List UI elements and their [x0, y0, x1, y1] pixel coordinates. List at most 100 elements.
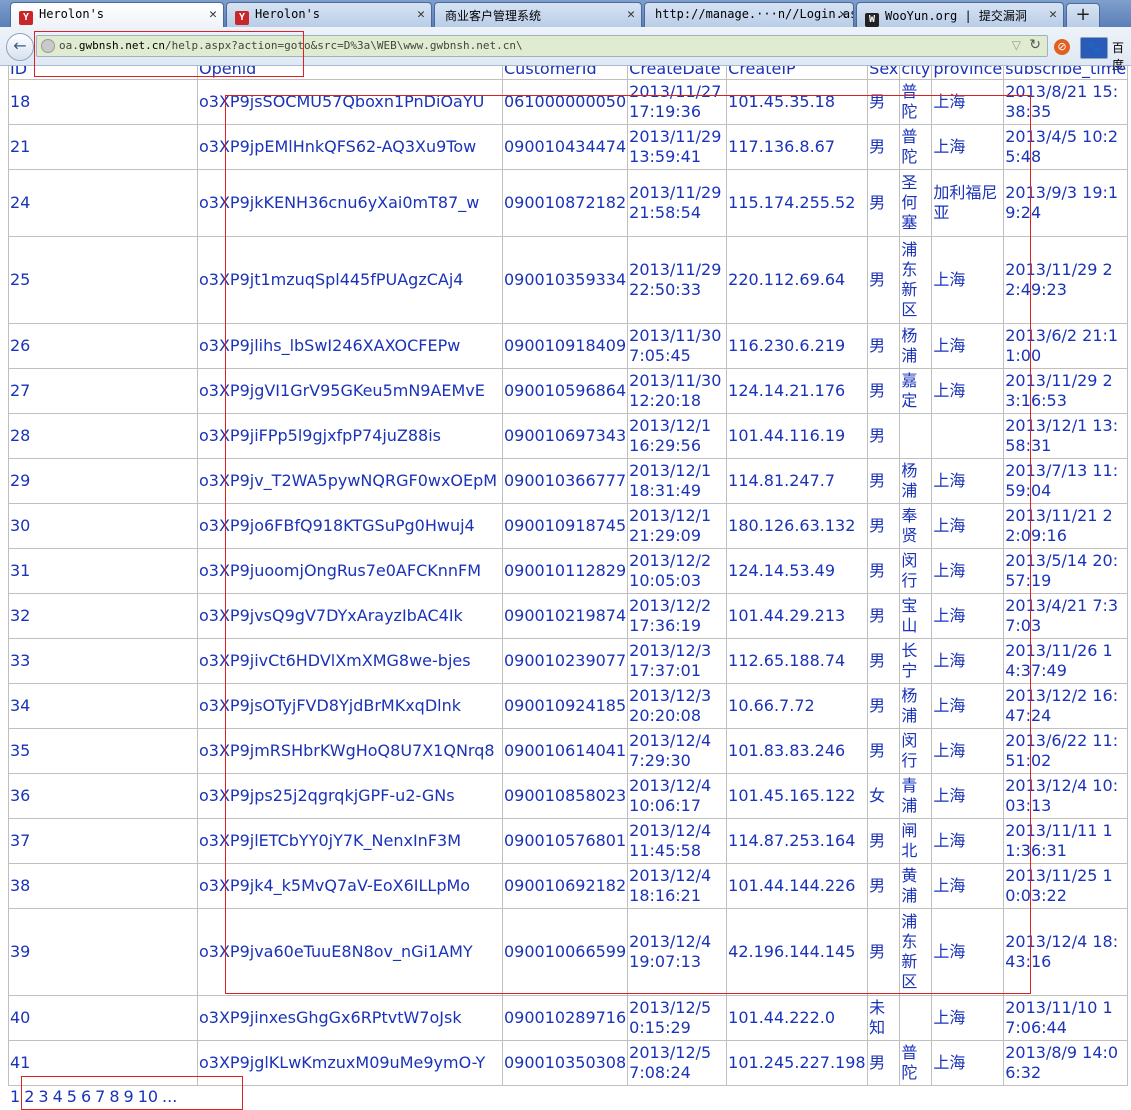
pager-link[interactable]: 6 — [81, 1087, 91, 1106]
cell-subscribe-time: 2013/11/26 14:37:49 — [1003, 638, 1129, 684]
close-icon[interactable]: ✕ — [1049, 7, 1057, 22]
cell-createdate: 2013/12/3 17:37:01 — [627, 638, 728, 684]
table-row: 38 o3XP9jk4_k5MvQ7aV-EoX6ILLpMo 0900106921… — [8, 863, 1129, 909]
pager-link[interactable]: ... — [162, 1087, 177, 1106]
cell-openid: o3XP9jva60eTuuE8N8ov_nGi1AMY — [197, 908, 503, 996]
cell-province: 上海 — [931, 593, 1005, 639]
table-row: 34 o3XP9jsOTyjFVD8YjdBrMKxqDlnk 0900109241… — [8, 683, 1129, 729]
cell-subscribe-time: 2013/5/14 20:57:19 — [1003, 548, 1129, 594]
cell-customerid: 090010596864 — [501, 368, 629, 414]
addon-icon[interactable]: ⊘ — [1054, 39, 1070, 55]
pager-link[interactable]: 4 — [53, 1087, 63, 1106]
cell-id: 37 — [8, 818, 198, 864]
cell-city: 浦东新区 — [899, 908, 933, 996]
table-row: 26 o3XP9jlihs_lbSwI246XAXOCFEPw 0900109184… — [8, 323, 1129, 369]
baidu-search-icon[interactable]: 🐾 — [1080, 37, 1108, 59]
cell-subscribe-time: 2013/9/3 19:19:24 — [1003, 169, 1129, 237]
cell-openid: o3XP9jsSOCMU57Qboxn1PnDiOaYU — [197, 79, 503, 125]
cell-openid: o3XP9jkKENH36cnu6yXai0mT87_w — [197, 169, 503, 237]
cell-openid: o3XP9jgVI1GrV95GKeu5mN9AEMvE — [197, 368, 503, 414]
pager-link[interactable]: 3 — [38, 1087, 48, 1106]
table-header-row: ID Openid CustomerId CreateDate CreateIP Sex c… — [8, 66, 1129, 80]
cell-openid: o3XP9jglKLwKmzuxM09uMe9ymO-Y — [197, 1040, 503, 1086]
tab-3[interactable]: 商业客户管理系统 ✕ — [434, 2, 642, 27]
tab-2[interactable]: Y Herolon's ✕ — [226, 2, 432, 27]
pager-link[interactable]: 10 — [138, 1087, 158, 1106]
cell-province: 上海 — [931, 728, 1005, 774]
cell-id: 33 — [8, 638, 198, 684]
close-icon[interactable]: ✕ — [627, 7, 635, 22]
pager-link[interactable]: 2 — [24, 1087, 34, 1106]
cell-id: 39 — [8, 908, 198, 996]
new-tab-button[interactable]: + — [1066, 3, 1100, 28]
close-icon[interactable]: ✕ — [417, 7, 425, 22]
table-row: 41 o3XP9jglKLwKmzuxM09uMe9ymO-Y 0900103503… — [8, 1040, 1129, 1086]
cell-subscribe-time: 2013/12/4 18:43:16 — [1003, 908, 1129, 996]
cell-subscribe-time: 2013/12/1 13:58:31 — [1003, 413, 1129, 459]
pager-link[interactable]: 7 — [95, 1087, 105, 1106]
pager-current: 1 — [10, 1087, 21, 1106]
url-text: oa.gwbnsh.net.cn/help.aspx?action=goto&s… — [59, 39, 523, 52]
cell-province: 上海 — [931, 818, 1005, 864]
cell-sex: 男 — [867, 728, 901, 774]
cell-subscribe-time: 2013/4/21 7:37:03 — [1003, 593, 1129, 639]
cell-subscribe-time: 2013/8/9 14:06:32 — [1003, 1040, 1129, 1086]
cell-province: 上海 — [931, 503, 1005, 549]
pager-link[interactable]: 9 — [124, 1087, 134, 1106]
close-icon[interactable]: ✕ — [839, 7, 847, 22]
pager-link[interactable]: 5 — [67, 1087, 77, 1106]
cell-subscribe-time: 2013/11/29 23:16:53 — [1003, 368, 1129, 414]
cell-id: 21 — [8, 124, 198, 170]
cell-openid: o3XP9jlETCbYY0jY7K_NenxInF3M — [197, 818, 503, 864]
cell-customerid: 090010697343 — [501, 413, 629, 459]
herolon-favicon-icon: Y — [19, 11, 33, 25]
cell-city: 杨浦 — [899, 323, 933, 369]
table-row: 27 o3XP9jgVI1GrV95GKeu5mN9AEMvE 0900105968… — [8, 368, 1129, 414]
table-row: 29 o3XP9jv_T2WA5pywNQRGF0wxOEpM 0900103667… — [8, 458, 1129, 504]
cell-openid: o3XP9jivCt6HDVlXmXMG8we-bjes — [197, 638, 503, 684]
cell-createdate: 2013/12/4 7:29:30 — [627, 728, 728, 774]
dropdown-icon[interactable]: ▽ — [1012, 38, 1021, 52]
address-bar[interactable]: oa.gwbnsh.net.cn/help.aspx?action=goto&s… — [36, 35, 1048, 57]
table-row: 33 o3XP9jivCt6HDVlXmXMG8we-bjes 0900102390… — [8, 638, 1129, 684]
cell-customerid: 090010918745 — [501, 503, 629, 549]
cell-createip: 124.14.53.49 — [726, 548, 869, 594]
cell-customerid: 090010614041 — [501, 728, 629, 774]
cell-subscribe-time: 2013/11/10 17:06:44 — [1003, 995, 1129, 1041]
cell-subscribe-time: 2013/8/21 15:38:35 — [1003, 79, 1129, 125]
reload-icon[interactable]: ↻ — [1029, 37, 1041, 53]
cell-sex: 男 — [867, 413, 901, 459]
cell-customerid: 090010858023 — [501, 773, 629, 819]
cell-sex: 男 — [867, 458, 901, 504]
herolon-favicon-icon: Y — [235, 11, 249, 25]
table-row: 40 o3XP9jinxesGhgGx6RPtvtW7oJsk 0900102897… — [8, 995, 1129, 1041]
cell-createip: 114.87.253.164 — [726, 818, 869, 864]
cell-city: 闵行 — [899, 728, 933, 774]
table-row: 32 o3XP9jvsQ9gV7DYxArayzIbAC4Ik 0900102198… — [8, 593, 1129, 639]
cell-createdate: 2013/12/2 17:36:19 — [627, 593, 728, 639]
cell-city: 普陀 — [899, 79, 933, 125]
cell-province: 上海 — [931, 773, 1005, 819]
cell-createdate: 2013/12/3 20:20:08 — [627, 683, 728, 729]
arrow-left-icon: ← — [13, 36, 27, 55]
cell-city: 闵行 — [899, 548, 933, 594]
cell-createip: 117.136.8.67 — [726, 124, 869, 170]
cell-subscribe-time: 2013/7/13 11:59:04 — [1003, 458, 1129, 504]
cell-sex: 男 — [867, 503, 901, 549]
cell-city: 青浦 — [899, 773, 933, 819]
cell-createdate: 2013/12/1 18:31:49 — [627, 458, 728, 504]
cell-openid: o3XP9jv_T2WA5pywNQRGF0wxOEpM — [197, 458, 503, 504]
back-button[interactable]: ← — [6, 33, 34, 61]
tab-1[interactable]: Y Herolon's ✕ — [10, 2, 224, 28]
cell-customerid: 090010066599 — [501, 908, 629, 996]
cell-createdate: 2013/12/4 18:16:21 — [627, 863, 728, 909]
cell-openid: o3XP9jps25j2qgrqkjGPF-u2-GNs — [197, 773, 503, 819]
close-icon[interactable]: ✕ — [209, 7, 217, 22]
cell-id: 28 — [8, 413, 198, 459]
tab-4[interactable]: http://manage.···n//Login.aspx ✕ — [644, 2, 854, 27]
pager-link[interactable]: 8 — [109, 1087, 119, 1106]
tab-5[interactable]: W WooYun.org | 提交漏洞 ✕ — [856, 2, 1064, 27]
cell-createdate: 2013/11/29 22:50:33 — [627, 236, 728, 324]
cell-city — [899, 995, 933, 1041]
cell-city: 长宁 — [899, 638, 933, 684]
